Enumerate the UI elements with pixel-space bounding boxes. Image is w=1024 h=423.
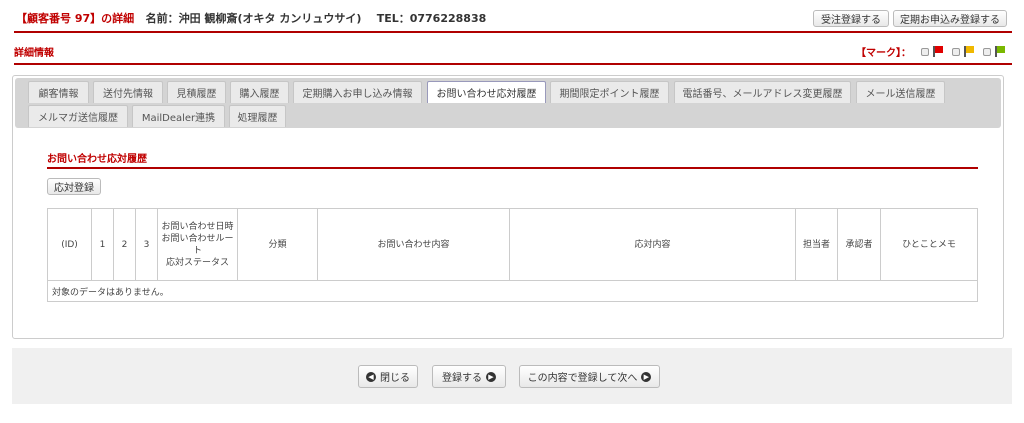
- col-inquiry-date: お問い合わせ日時: [161, 221, 234, 232]
- tab-estimate-history[interactable]: 見積履歴: [167, 81, 226, 103]
- divider: [47, 167, 978, 169]
- divider: [14, 63, 1012, 65]
- tab-contact-change-history[interactable]: 電話番号、メールアドレス変更履歴: [674, 81, 851, 103]
- mark-checkbox-yellow[interactable]: [952, 47, 960, 56]
- close-button[interactable]: ◀ 閉じる: [358, 365, 418, 388]
- register-label: 登録する: [442, 373, 482, 384]
- mark-checkbox-red[interactable]: [921, 47, 929, 56]
- inquiry-table: (ID) 1 2 3 お問い合わせ日時 お問い合わせルート 応対ステータス 分類 お…: [47, 208, 978, 302]
- green-flag-icon: [995, 46, 1005, 57]
- register-next-label: この内容で登録して次へ: [527, 373, 638, 384]
- chevron-right-icon: ▶: [486, 371, 496, 382]
- empty-message: 対象のデータはありません。: [47, 280, 978, 302]
- customer-name: 名前：沖田 観柳斎(オキタ カンリュウサイ): [145, 12, 362, 25]
- register-next-button[interactable]: この内容で登録して次へ ▶: [519, 365, 660, 388]
- tab-purchase-history[interactable]: 購入履歴: [230, 81, 289, 103]
- tab-maildealer[interactable]: MailDealer連携: [132, 105, 225, 127]
- panel-title: お問い合わせ応対履歴: [47, 154, 147, 165]
- subscription-register-button[interactable]: 定期お申込み登録する: [893, 10, 1007, 27]
- table-row: 対象のデータはありません。: [47, 280, 978, 302]
- mark-checkbox-green[interactable]: [983, 47, 991, 56]
- tab-limited-points[interactable]: 期間限定ポイント履歴: [550, 81, 669, 103]
- close-label: 閉じる: [380, 373, 410, 384]
- tab-mail-history[interactable]: メール送信履歴: [856, 81, 945, 103]
- table-header-row: (ID) 1 2 3 お問い合わせ日時 お問い合わせルート 応対ステータス 分類 お…: [47, 208, 978, 281]
- yellow-flag-icon: [964, 46, 974, 57]
- chevron-right-icon: ▶: [641, 371, 652, 382]
- register-button[interactable]: 登録する ▶: [432, 365, 506, 388]
- mark-label: 【マーク】：: [856, 48, 911, 59]
- col-id: (ID): [47, 208, 92, 281]
- red-flag-icon: [933, 46, 943, 57]
- tab-inquiry-history[interactable]: お問い合わせ応対履歴: [427, 81, 546, 103]
- col-inquiry-content: お問い合わせ内容: [317, 208, 510, 281]
- order-register-button[interactable]: 受注登録する: [813, 10, 889, 27]
- col-approver: 承認者: [837, 208, 881, 281]
- tab-mailmag-history[interactable]: メルマガ送信履歴: [28, 105, 128, 127]
- col-2: 2: [113, 208, 136, 281]
- col-inquiry-route: お問い合わせルート: [161, 233, 234, 256]
- tab-process-history[interactable]: 処理履歴: [229, 105, 286, 127]
- tab-subscription-info[interactable]: 定期購入お申し込み情報: [293, 81, 422, 103]
- mark-flags: 【マーク】：: [856, 44, 1005, 59]
- response-register-button[interactable]: 応対登録: [47, 178, 101, 195]
- col-category: 分類: [237, 208, 318, 281]
- page-header: 【顧客番号 97】の詳細 名前：沖田 観柳斎(オキタ カンリュウサイ) TEL：…: [16, 10, 486, 26]
- col-3: 3: [135, 208, 158, 281]
- col-1: 1: [91, 208, 114, 281]
- footer-bar: ◀ 閉じる 登録する ▶ この内容で登録して次へ ▶: [12, 348, 1012, 404]
- col-status: 応対ステータス: [165, 257, 229, 268]
- col-response-content: 応対内容: [509, 208, 796, 281]
- section-title: 詳細情報: [14, 48, 54, 59]
- customer-number: 【顧客番号 97】の詳細: [16, 12, 135, 25]
- col-assignee: 担当者: [795, 208, 838, 281]
- tab-shipping-info[interactable]: 送付先情報: [93, 81, 163, 103]
- customer-tel: TEL：0776228838: [376, 12, 487, 25]
- col-inquiry-meta: お問い合わせ日時 お問い合わせルート 応対ステータス: [157, 208, 238, 281]
- divider: [14, 31, 1012, 33]
- col-memo: ひとことメモ: [880, 208, 978, 281]
- tab-bar: 顧客情報 送付先情報 見積履歴 購入履歴 定期購入お申し込み情報 お問い合わせ応…: [15, 78, 1001, 128]
- chevron-left-icon: ◀: [366, 371, 376, 382]
- tab-customer-info[interactable]: 顧客情報: [28, 81, 89, 103]
